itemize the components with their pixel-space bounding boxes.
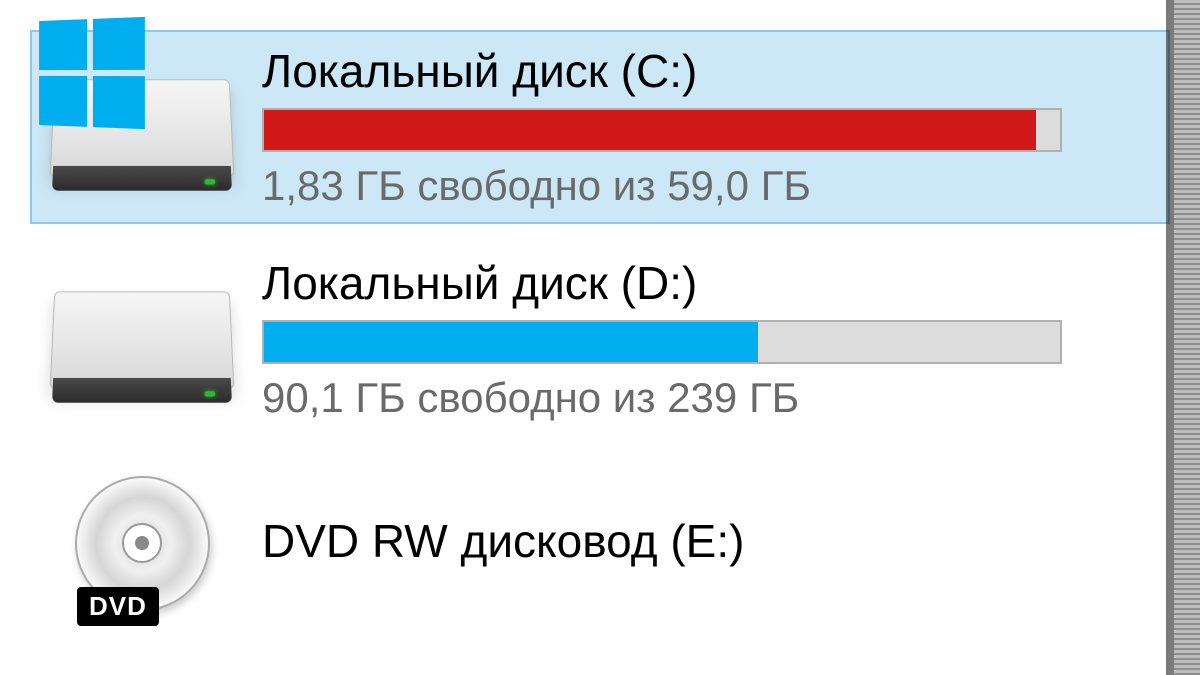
drive-icon-d — [42, 259, 242, 419]
drive-status: 90,1 ГБ свободно из 239 ГБ — [262, 374, 1158, 422]
drives-list: Локальный диск (C:) 1,83 ГБ свободно из … — [0, 0, 1200, 592]
drive-icon-c — [42, 47, 242, 207]
drive-info: Локальный диск (D:) 90,1 ГБ свободно из … — [262, 256, 1158, 422]
drive-label: Локальный диск (D:) — [262, 256, 1158, 310]
drive-info: Локальный диск (C:) 1,83 ГБ свободно из … — [262, 44, 1158, 210]
drive-icon-e: DVD — [42, 468, 242, 578]
dvd-badge-icon: DVD — [77, 587, 159, 626]
drive-info: DVD RW дисковод (E:) — [262, 514, 1158, 578]
windows-logo-icon — [39, 17, 145, 129]
drive-item-e[interactable]: DVD DVD RW дисковод (E:) — [30, 454, 1170, 592]
hdd-led-icon — [205, 391, 215, 396]
drive-item-c[interactable]: Локальный диск (C:) 1,83 ГБ свободно из … — [30, 30, 1170, 224]
dvd-disc-icon: DVD — [67, 468, 217, 618]
hdd-icon — [50, 291, 235, 389]
capacity-fill — [264, 322, 758, 362]
hdd-led-icon — [205, 179, 215, 184]
drive-label: DVD RW дисковод (E:) — [262, 514, 1158, 568]
drive-status: 1,83 ГБ свободно из 59,0 ГБ — [262, 162, 1158, 210]
drive-label: Локальный диск (C:) — [262, 44, 1158, 98]
capacity-bar — [262, 108, 1062, 152]
drive-item-d[interactable]: Локальный диск (D:) 90,1 ГБ свободно из … — [30, 242, 1170, 436]
capacity-bar — [262, 320, 1062, 364]
capacity-fill — [264, 110, 1036, 150]
window-edge-decoration — [1174, 0, 1200, 675]
